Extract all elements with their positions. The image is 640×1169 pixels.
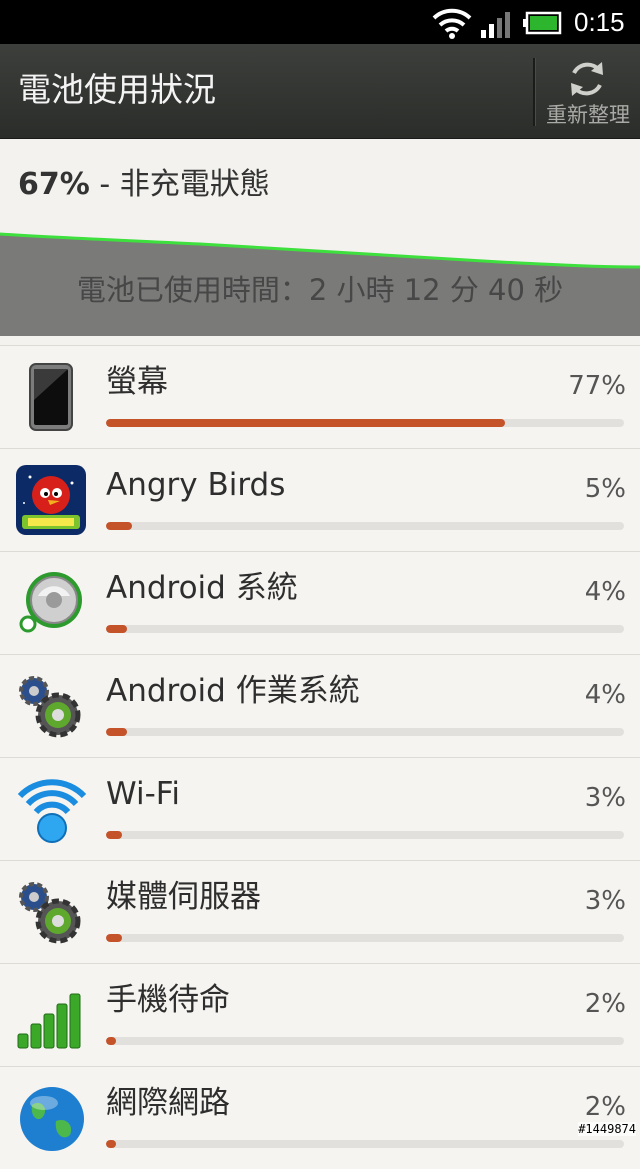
usage-bar <box>106 1140 624 1148</box>
refresh-icon <box>571 62 603 96</box>
usage-bar-fill <box>106 1037 117 1045</box>
item-percent: 5% <box>584 474 626 504</box>
usage-bar-fill <box>106 934 122 942</box>
usage-bar <box>106 934 624 942</box>
item-name: Angry Birds <box>106 467 286 503</box>
gears-icon <box>19 882 81 944</box>
item-name: 手機待命 <box>106 982 230 1018</box>
usage-bar <box>106 625 624 633</box>
wifi-icon <box>17 779 87 843</box>
usage-bar-fill <box>106 1140 117 1148</box>
item-name: 媒體伺服器 <box>106 879 261 915</box>
usage-bar <box>106 522 624 530</box>
refresh-label: 重新整理 <box>546 103 630 127</box>
watermark: #1449874 <box>578 1122 636 1136</box>
item-name: Wi-Fi <box>106 776 180 812</box>
android-system-icon <box>19 572 82 633</box>
item-percent: 2% <box>584 989 626 1019</box>
action-bar: 電池使用狀況 重新整理 <box>0 44 640 139</box>
usage-bar-fill <box>106 831 122 839</box>
battery-percent: 67% <box>18 167 90 202</box>
usage-bar <box>106 419 624 427</box>
status-bar: 0:15 <box>0 0 640 44</box>
battery-summary: 67% - 非充電狀態 <box>0 139 640 233</box>
item-name: 網際網路 <box>106 1085 230 1121</box>
list-item[interactable]: Android 作業系統 4% <box>0 654 640 757</box>
list-item[interactable]: Wi-Fi 3% <box>0 757 640 860</box>
list-item[interactable]: Android 系統 4% <box>0 551 640 654</box>
item-percent: 77% <box>568 371 626 401</box>
usage-bar <box>106 728 624 736</box>
item-percent: 3% <box>584 886 626 916</box>
globe-icon <box>20 1087 84 1151</box>
list-item[interactable]: 媒體伺服器 3% <box>0 860 640 963</box>
list-item[interactable]: 網際網路 2% <box>0 1066 640 1169</box>
usage-bar-fill <box>106 419 505 427</box>
list-item[interactable]: 螢幕 77% <box>0 345 640 448</box>
item-name: Android 作業系統 <box>106 673 360 709</box>
list-item[interactable]: Angry Birds 5% <box>0 448 640 551</box>
usage-list: 螢幕 77% Angry Birds 5% Android 系統 4% Andr… <box>0 345 640 1169</box>
charging-status: - 非充電狀態 <box>89 167 270 202</box>
usage-bar-fill <box>106 728 127 736</box>
item-percent: 3% <box>584 783 626 813</box>
angry-birds-icon <box>16 465 86 535</box>
item-percent: 2% <box>584 1092 626 1122</box>
usage-bar <box>106 831 624 839</box>
refresh-button[interactable]: 重新整理 <box>536 44 640 138</box>
battery-status: 67% - 非充電狀態 <box>18 165 270 205</box>
signal-icon <box>481 12 510 38</box>
usage-bar-fill <box>106 625 127 633</box>
phone-screen-icon <box>29 363 73 431</box>
page-title: 電池使用狀況 <box>18 70 216 109</box>
item-percent: 4% <box>584 577 626 607</box>
list-item[interactable]: 手機待命 2% <box>0 963 640 1066</box>
usage-bar-fill <box>106 522 132 530</box>
item-name: 螢幕 <box>106 364 168 400</box>
item-name: Android 系統 <box>106 570 298 606</box>
item-percent: 4% <box>584 680 626 710</box>
gears-icon <box>19 676 81 738</box>
wifi-icon <box>432 8 472 39</box>
usage-bar <box>106 1037 624 1045</box>
battery-charging-icon <box>523 11 562 35</box>
signal-bars-icon <box>17 993 81 1049</box>
clock: 0:15 <box>574 7 625 37</box>
battery-usage-time: 電池已使用時間：2 小時 12 分 40 秒 <box>76 273 564 307</box>
